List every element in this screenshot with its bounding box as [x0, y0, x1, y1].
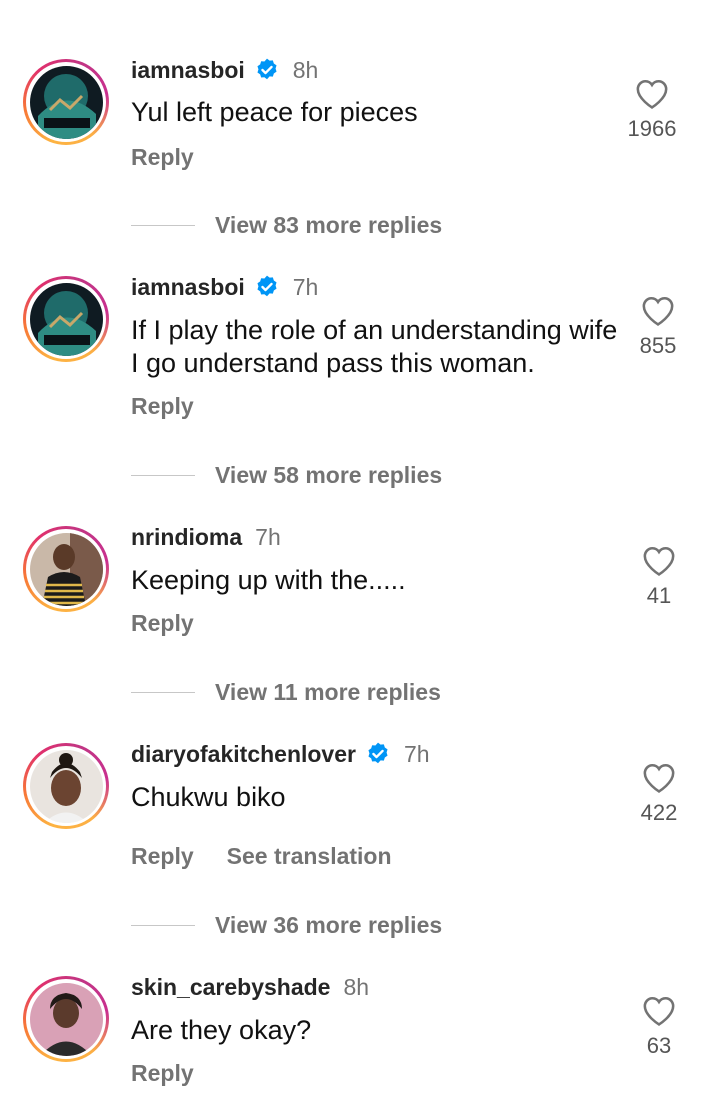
- username[interactable]: iamnasboi: [131, 57, 245, 84]
- avatar-image: [29, 65, 103, 139]
- comment-text: Yul left peace for pieces: [131, 97, 418, 127]
- timestamp: 7h: [292, 273, 319, 300]
- comment-text: Chukwu biko: [131, 782, 286, 812]
- heart-outline-icon[interactable]: [642, 545, 676, 577]
- username[interactable]: skin_carebyshade: [131, 974, 330, 1001]
- reply-button[interactable]: Reply: [131, 144, 194, 171]
- avatar-image: [29, 749, 103, 823]
- reply-button[interactable]: Reply: [131, 393, 194, 420]
- username[interactable]: iamnasboi: [131, 274, 245, 301]
- view-replies-label[interactable]: View 11 more replies: [215, 679, 441, 706]
- divider: [131, 475, 195, 476]
- timestamp: 7h: [403, 740, 430, 767]
- avatar[interactable]: [23, 526, 109, 612]
- username[interactable]: diaryofakitchenlover: [131, 741, 356, 768]
- avatar[interactable]: [23, 276, 109, 362]
- heart-outline-icon[interactable]: [642, 762, 676, 794]
- like-count: 422: [640, 800, 678, 825]
- username[interactable]: nrindioma: [131, 524, 242, 551]
- heart-outline-icon[interactable]: [641, 295, 675, 327]
- avatar-image: [29, 532, 103, 606]
- avatar[interactable]: [23, 59, 109, 145]
- verified-badge-icon: [257, 275, 277, 297]
- like-count: 63: [646, 1033, 672, 1058]
- avatar[interactable]: [23, 976, 109, 1062]
- avatar-image: [29, 982, 103, 1056]
- like-count: 855: [639, 333, 677, 358]
- heart-outline-icon[interactable]: [635, 78, 669, 110]
- timestamp: 8h: [343, 973, 370, 1000]
- verified-badge-icon: [368, 742, 388, 764]
- like-count: 1966: [627, 116, 677, 141]
- reply-button[interactable]: Reply: [131, 843, 194, 870]
- reply-button[interactable]: Reply: [131, 610, 194, 637]
- comment-text: Are they okay?: [131, 1015, 312, 1045]
- divider: [131, 925, 195, 926]
- divider: [131, 692, 195, 693]
- timestamp: 8h: [292, 56, 319, 83]
- view-replies-label[interactable]: View 58 more replies: [215, 462, 442, 489]
- view-replies[interactable]: View 58 more replies: [131, 462, 442, 489]
- comment-text: If I play the role of an understanding w…: [131, 315, 618, 378]
- comment-text: Keeping up with the.....: [131, 565, 406, 595]
- view-replies-label[interactable]: View 36 more replies: [215, 912, 442, 939]
- avatar-image: [29, 282, 103, 356]
- divider: [131, 225, 195, 226]
- view-replies[interactable]: View 11 more replies: [131, 679, 441, 706]
- view-replies-label[interactable]: View 83 more replies: [215, 212, 442, 239]
- like-count: 41: [646, 583, 672, 608]
- heart-outline-icon[interactable]: [642, 995, 676, 1027]
- avatar[interactable]: [23, 743, 109, 829]
- view-replies[interactable]: View 36 more replies: [131, 912, 442, 939]
- view-replies[interactable]: View 83 more replies: [131, 212, 442, 239]
- timestamp: 7h: [255, 523, 281, 550]
- reply-button[interactable]: Reply: [131, 1060, 194, 1087]
- verified-badge-icon: [257, 58, 277, 80]
- see-translation-button[interactable]: See translation: [227, 843, 392, 870]
